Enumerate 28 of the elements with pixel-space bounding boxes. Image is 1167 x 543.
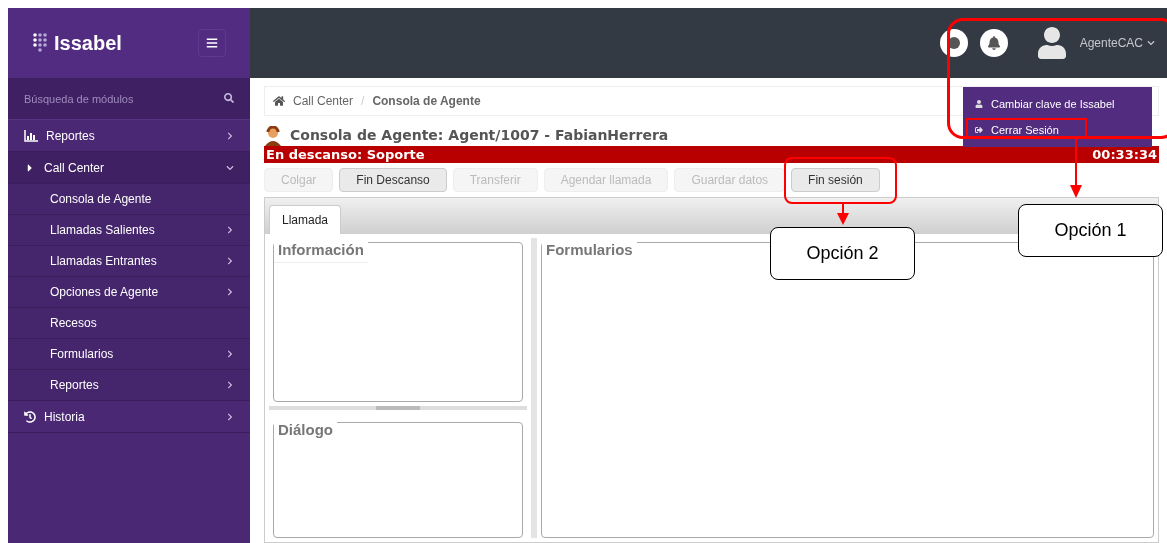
breadcrumb-separator: / bbox=[361, 93, 365, 110]
timer-text: 00:33:34 bbox=[1092, 145, 1157, 164]
callout-label: Opción 2 bbox=[770, 227, 915, 280]
breadcrumb-link[interactable]: Call Center bbox=[293, 92, 354, 110]
sidebar-label: Call Center bbox=[44, 159, 105, 177]
sidebar-label: Historia bbox=[44, 408, 85, 426]
dropdown-item[interactable]: Cerrar Sesión bbox=[963, 117, 1152, 143]
submenu-item[interactable]: Reportes bbox=[8, 370, 250, 401]
logo-text: Issabel bbox=[54, 31, 122, 56]
submenu-item[interactable]: Llamadas Salientes bbox=[8, 215, 250, 246]
submenu-item[interactable]: Consola de Agente bbox=[8, 184, 250, 215]
toolbar-button[interactable]: Fin sesión bbox=[791, 168, 880, 192]
status-text: En descanso: Soporte bbox=[266, 145, 425, 164]
user-menu[interactable]: AgenteCAC bbox=[1079, 34, 1155, 52]
toolbar-button[interactable]: Fin Descanso bbox=[339, 168, 447, 192]
tab[interactable]: Llamada bbox=[269, 205, 342, 234]
panel-title: Información bbox=[274, 239, 368, 263]
submenu-item[interactable]: Recesos bbox=[8, 308, 250, 339]
sidebar-item[interactable]: Call Center bbox=[8, 152, 250, 184]
dropdown-item[interactable]: Cambiar clave de Issabel bbox=[963, 91, 1152, 117]
sidebar-label: Reportes bbox=[46, 127, 95, 145]
submenu-item[interactable]: Opciones de Agente bbox=[8, 277, 250, 308]
submenu-item[interactable]: Llamadas Entrantes bbox=[8, 246, 250, 277]
search-field[interactable]: Búsqueda de módulos bbox=[8, 78, 250, 120]
submenu-item[interactable]: Formularios bbox=[8, 339, 250, 370]
page-title: Consola de Agente: Agent/1007 - FabianHerrera bbox=[290, 126, 669, 145]
callout-label: Opción 1 bbox=[1018, 204, 1163, 257]
breadcrumb-current: Consola de Agente bbox=[372, 93, 481, 110]
